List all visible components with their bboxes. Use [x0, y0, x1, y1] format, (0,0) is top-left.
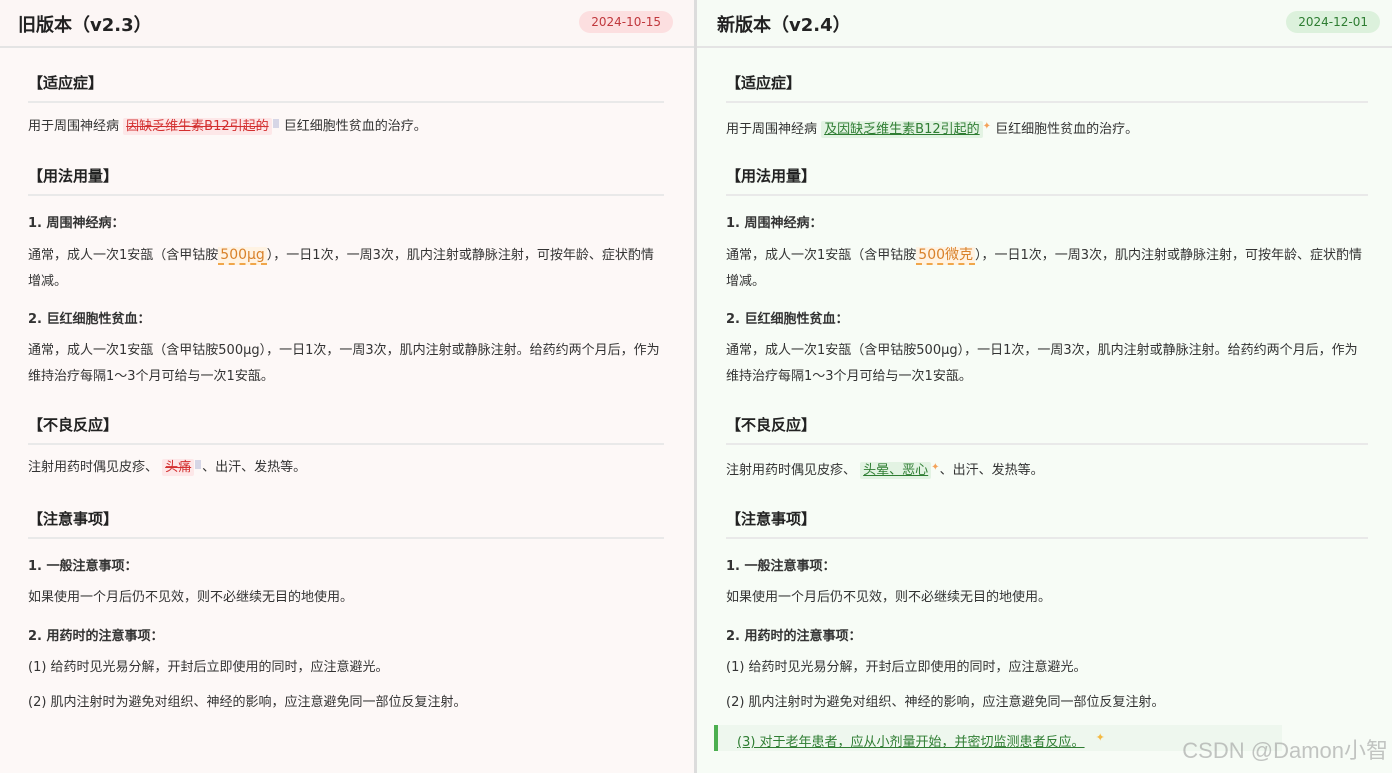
new-version-pane: 新版本（v2.4） 2024-12-01 【适应症】 用于周围神经病 及因缺乏维… — [697, 0, 1392, 773]
dosage-para1: 通常，成人一次1安瓿（含甲钴胺 500微克 ），一日1次，一周3次，肌内注射或静脉注… — [726, 242, 1368, 295]
precautions-para1: 如果使用一个月后仍不见效，则不必继续无目的地使用。 — [726, 590, 1052, 605]
precautions-sub2: 2. 用药时的注意事项： — [28, 629, 164, 644]
modified-dose-new[interactable]: 500微克 — [916, 247, 976, 265]
deleted-text-adverse[interactable]: 头痛 — [162, 459, 195, 476]
new-version-title: 新版本（v2.4） — [717, 15, 851, 36]
adverse-text: 注射用药时偶见皮疹、 头痛 、出汗、发热等。 — [28, 455, 664, 481]
section-title-dosage: 【用法用量】 — [28, 165, 664, 196]
dosage-para1-pre: 通常，成人一次1安瓿（含甲钴胺 — [28, 248, 219, 263]
adverse-post: 、出汗、发热等。 — [939, 463, 1044, 478]
old-version-header: 旧版本（v2.3） 2024-10-15 — [0, 0, 694, 48]
precautions-para3: (2) 肌内注射时为避免对组织、神经的影响，应注意避免同一部位反复注射。 — [28, 695, 467, 710]
deleted-text-indications[interactable]: 因缺乏维生素B12引起的 — [123, 118, 272, 135]
watermark: CSDN @Damon小智 — [1182, 738, 1388, 763]
dosage-para1: 通常，成人一次1安瓿（含甲钴胺 500μg ），一日1次，一周3次，肌内注射或静脉注… — [28, 242, 664, 295]
sparkle-icon: ✦ — [931, 462, 940, 473]
section-title-adverse: 【不良反应】 — [726, 414, 1368, 445]
section-title-indications: 【适应症】 — [726, 72, 1368, 103]
inserted-text-indications[interactable]: 及因缺乏维生素B12引起的 — [821, 121, 983, 138]
indications-text: 用于周围神经病 及因缺乏维生素B12引起的 ✦ 巨红细胞性贫血的治疗。 — [726, 114, 1368, 143]
indications-pre: 用于周围神经病 — [726, 122, 818, 137]
section-title-precautions: 【注意事项】 — [726, 508, 1368, 539]
precautions-sub2: 2. 用药时的注意事项： — [726, 629, 862, 644]
sparkle-icon: ✦ — [982, 121, 992, 132]
section-title-indications: 【适应症】 — [28, 72, 664, 103]
diff-view: 旧版本（v2.3） 2024-10-15 【适应症】 用于周围神经病 因缺乏维生… — [0, 0, 1392, 773]
indications-post: 巨红细胞性贫血的治疗。 — [995, 122, 1139, 137]
adverse-post: 、出汗、发热等。 — [202, 460, 307, 475]
adverse-pre: 注射用药时偶见皮疹、 — [726, 463, 857, 478]
section-title-precautions: 【注意事项】 — [28, 508, 664, 539]
old-version-pane: 旧版本（v2.3） 2024-10-15 【适应症】 用于周围神经病 因缺乏维生… — [0, 0, 697, 773]
precautions-sub1: 1. 一般注意事项： — [28, 559, 138, 574]
dosage-para2: 通常，成人一次1安瓿（含甲钴胺500μg），一日1次，一周3次，肌内注射或静脉注… — [28, 343, 660, 384]
dosage-sub1: 1. 周围神经病： — [726, 216, 823, 231]
indications-post: 巨红细胞性贫血的治疗。 — [283, 119, 427, 134]
new-version-header: 新版本（v2.4） 2024-12-01 — [697, 0, 1392, 48]
dosage-para1-pre: 通常，成人一次1安瓿（含甲钴胺 — [726, 248, 917, 263]
old-version-title: 旧版本（v2.3） — [18, 15, 152, 36]
dosage-sub1: 1. 周围神经病： — [28, 216, 125, 231]
new-version-date-badge: 2024-12-01 — [1286, 11, 1380, 33]
precautions-para1: 如果使用一个月后仍不见效，则不必继续无目的地使用。 — [28, 590, 354, 605]
section-title-dosage: 【用法用量】 — [726, 165, 1368, 196]
added-paragraph-text: (3) 对于老年患者，应从小剂量开始，并密切监测患者反应。 — [737, 735, 1085, 750]
inserted-text-adverse[interactable]: 头晕、恶心 — [860, 462, 932, 479]
dosage-sub2: 2. 巨红细胞性贫血： — [726, 312, 849, 327]
indications-pre: 用于周围神经病 — [28, 119, 120, 134]
adverse-pre: 注射用药时偶见皮疹、 — [28, 460, 159, 475]
adverse-text: 注射用药时偶见皮疹、 头晕、恶心 ✦、出汗、发热等。 — [726, 455, 1368, 484]
section-title-adverse: 【不良反应】 — [28, 414, 664, 445]
change-marker-icon — [272, 119, 279, 128]
change-marker-icon — [195, 460, 202, 469]
precautions-para3: (2) 肌内注射时为避免对组织、神经的影响，应注意避免同一部位反复注射。 — [726, 695, 1165, 710]
precautions-sub1: 1. 一般注意事项： — [726, 559, 836, 574]
precautions-para2: (1) 给药时见光易分解，开封后立即使用的同时，应注意避光。 — [726, 660, 1087, 675]
dosage-sub2: 2. 巨红细胞性贫血： — [28, 312, 151, 327]
sparkle-icon: ✦ — [1095, 731, 1105, 744]
modified-dose-old[interactable]: 500μg — [218, 247, 267, 265]
dosage-para2: 通常，成人一次1安瓿（含甲钴胺500μg），一日1次，一周3次，肌内注射或静脉注… — [726, 343, 1358, 384]
precautions-para2: (1) 给药时见光易分解，开封后立即使用的同时，应注意避光。 — [28, 660, 389, 675]
indications-text: 用于周围神经病 因缺乏维生素B12引起的 巨红细胞性贫血的治疗。 — [28, 114, 664, 140]
old-version-date-badge: 2024-10-15 — [579, 11, 673, 33]
